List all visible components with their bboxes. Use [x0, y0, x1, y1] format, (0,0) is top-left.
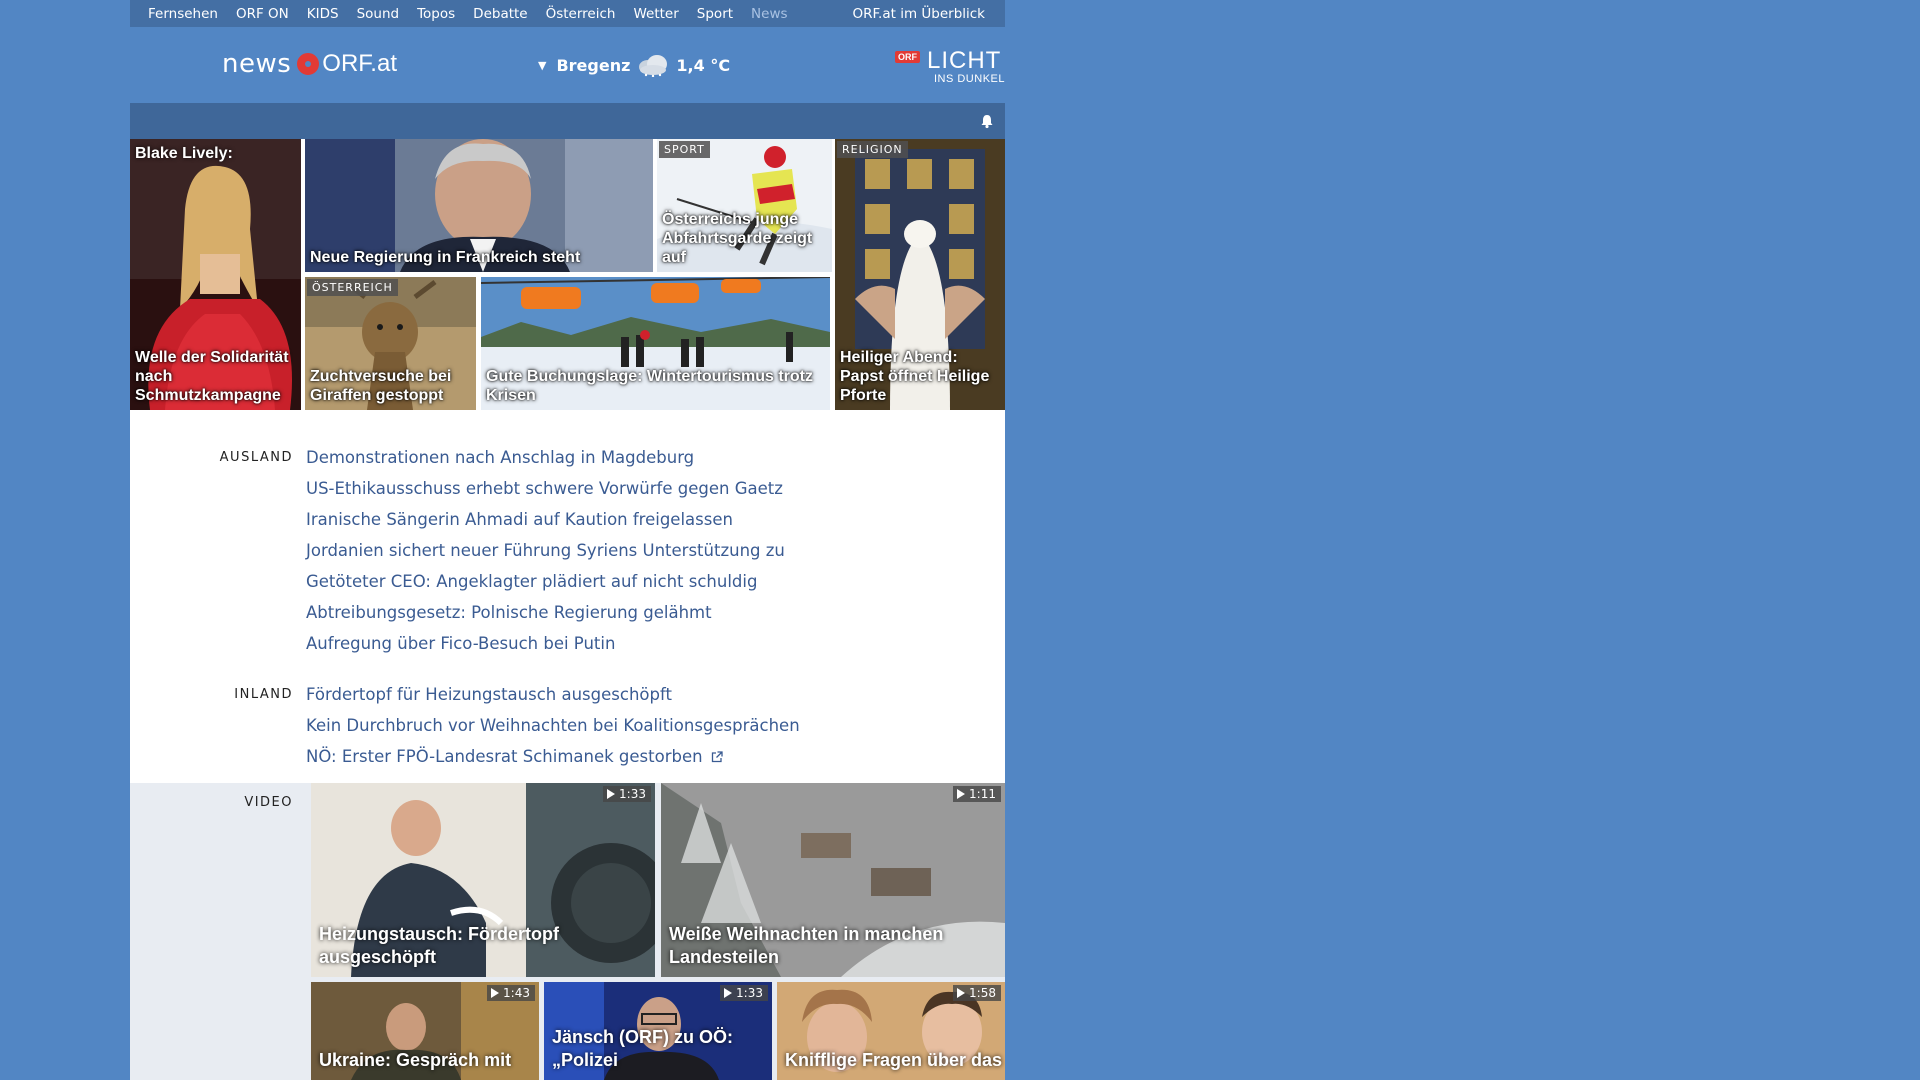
teaser-title: Österreichs junge Abfahrtsgarde zeigt au…	[662, 211, 813, 266]
teaser-wintertourismus[interactable]: Gute Buchungslage: Wintertourismus trotz…	[481, 277, 830, 410]
weather-widget[interactable]: ▼ Bregenz 1,4 °C	[538, 53, 730, 77]
video-title: Ukraine: Gespräch mit	[319, 1050, 512, 1070]
play-icon	[957, 988, 966, 998]
news-orf-logo[interactable]: news ORF.at	[222, 47, 397, 81]
nav-sound[interactable]: Sound	[357, 6, 400, 22]
nav-overview[interactable]: ORF.at im Überblick	[852, 6, 985, 22]
orf-eye-icon	[297, 53, 320, 75]
story-link-external[interactable]: NÖ: Erster FPÖ-Landesrat Schimanek gesto…	[306, 747, 723, 766]
video-duration: 1:58	[953, 985, 1001, 1001]
story-link[interactable]: Getöteter CEO: Angeklagter plädiert auf …	[306, 572, 757, 591]
nav-sport[interactable]: Sport	[697, 6, 733, 22]
story-link[interactable]: Abtreibungsgesetz: Polnische Regierung g…	[306, 603, 712, 622]
play-icon	[607, 789, 616, 799]
teaser-kicker: SPORT	[659, 141, 710, 158]
page: Fernsehen ORF ON KIDS Sound Topos Debatt…	[130, 0, 1005, 1080]
licht-ins-dunkel-logo[interactable]: ORF LICHT INS DUNKEL	[895, 47, 1005, 89]
story-link[interactable]: Jordanien sichert neuer Führung Syriens …	[306, 541, 785, 560]
video-title: Heizungstausch: Fördertopf ausgeschöpft	[319, 924, 560, 967]
licht-title: LICHT	[927, 47, 1002, 74]
section-label-ausland: AUSLAND	[219, 450, 293, 465]
nav-topos[interactable]: Topos	[417, 6, 455, 22]
sub-bar	[130, 103, 1005, 139]
video-tile[interactable]: 1:58 Knifflige Fragen über das	[777, 982, 1005, 1080]
news-lists: AUSLAND Demonstrationen nach Anschlag in…	[130, 410, 1005, 783]
video-title: Weiße Weihnachten in manchen Landesteile…	[669, 924, 944, 967]
teaser-title: Welle der Solidarität nach Schmutzkampag…	[135, 349, 289, 404]
teaser-title: Gute Buchungslage: Wintertourismus trotz…	[486, 368, 813, 404]
duration-text: 1:33	[736, 986, 763, 1000]
video-duration: 1:33	[720, 985, 768, 1001]
site-header: news ORF.at ▼ Bregenz 1,4 °C ORF LICHT I…	[130, 27, 1005, 103]
story-link[interactable]: Demonstrationen nach Anschlag in Magdebu…	[306, 448, 694, 467]
chevron-down-icon[interactable]: ▼	[538, 59, 546, 72]
story-link[interactable]: Aufregung über Fico-Besuch bei Putin	[306, 634, 615, 653]
play-icon	[724, 988, 733, 998]
teaser-grid: Blake Lively: Welle der Solidarität nach…	[130, 139, 1005, 410]
duration-text: 1:58	[969, 986, 996, 1000]
video-duration: 1:11	[953, 786, 1001, 802]
video-tile[interactable]: 1:33 Heizungstausch: Fördertopf ausgesch…	[311, 783, 655, 977]
weather-temperature: 1,4 °C	[676, 55, 731, 75]
teaser-giraffe[interactable]: ÖSTERREICH Zuchtversuche bei Giraffen ge…	[305, 277, 476, 410]
video-duration: 1:33	[603, 786, 651, 802]
video-title: Jänsch (ORF) zu OÖ: „Polizei	[552, 1027, 734, 1070]
snow-cloud-icon	[639, 55, 668, 77]
play-icon	[957, 789, 966, 799]
story-link[interactable]: Kein Durchbruch vor Weihnachten bei Koal…	[306, 716, 800, 735]
video-title: Knifflige Fragen über das	[785, 1050, 1003, 1070]
play-icon	[491, 988, 500, 998]
nav-wetter[interactable]: Wetter	[633, 6, 678, 22]
video-tile[interactable]: 1:33 Jänsch (ORF) zu OÖ: „Polizei	[544, 982, 772, 1080]
logo-orf-text: ORF.at	[322, 50, 397, 77]
logo-news-text: news	[222, 49, 292, 79]
licht-subtitle: INS DUNKEL	[933, 73, 1005, 85]
nav-kids[interactable]: KIDS	[307, 6, 339, 22]
nav-orf-on[interactable]: ORF ON	[236, 6, 289, 22]
external-link-icon	[711, 751, 723, 763]
teaser-title: Zuchtversuche bei Giraffen gestoppt	[310, 368, 452, 404]
nav-news[interactable]: News	[751, 6, 787, 22]
teaser-kicker: RELIGION	[837, 141, 908, 158]
teaser-title: Neue Regierung in Frankreich steht	[310, 249, 581, 266]
teaser-top-label: Blake Lively:	[135, 145, 233, 162]
video-section: VIDEO 1:33 Heizungstausch: Fördertopf au…	[130, 783, 1005, 1080]
teaser-religion[interactable]: RELIGION Heiliger Abend: Papst öffnet He…	[835, 139, 1005, 410]
video-tile[interactable]: 1:11 Weiße Weihnachten in manchen Landes…	[661, 783, 1005, 977]
duration-text: 1:43	[503, 986, 530, 1000]
video-duration: 1:43	[487, 985, 535, 1001]
story-link[interactable]: US-Ethikausschuss erhebt schwere Vorwürf…	[306, 479, 783, 498]
duration-text: 1:11	[969, 787, 996, 801]
teaser-frankreich[interactable]: Neue Regierung in Frankreich steht	[305, 139, 653, 272]
top-navigation: Fernsehen ORF ON KIDS Sound Topos Debatt…	[130, 0, 1005, 27]
nav-fernsehen[interactable]: Fernsehen	[148, 6, 218, 22]
teaser-sport[interactable]: SPORT Österreichs junge Abfahrtsgarde ze…	[657, 139, 832, 272]
bell-icon[interactable]	[979, 113, 995, 129]
video-tile[interactable]: 1:43 Ukraine: Gespräch mit	[311, 982, 539, 1080]
duration-text: 1:33	[619, 787, 646, 801]
story-link[interactable]: Iranische Sängerin Ahmadi auf Kaution fr…	[306, 510, 733, 529]
story-link-text: NÖ: Erster FPÖ-Landesrat Schimanek gesto…	[306, 747, 703, 766]
teaser-blake-lively[interactable]: Blake Lively: Welle der Solidarität nach…	[130, 139, 301, 410]
teaser-title: Heiliger Abend: Papst öffnet Heilige Pfo…	[840, 349, 990, 404]
section-label-video: VIDEO	[244, 795, 293, 810]
orf-badge: ORF	[895, 51, 920, 63]
weather-location: Bregenz	[556, 55, 631, 75]
story-link[interactable]: Fördertopf für Heizungstausch ausgeschöp…	[306, 685, 672, 704]
teaser-kicker: ÖSTERREICH	[307, 279, 398, 296]
nav-oesterreich[interactable]: Österreich	[546, 6, 616, 22]
nav-debatte[interactable]: Debatte	[473, 6, 527, 22]
section-label-inland: INLAND	[234, 687, 293, 702]
